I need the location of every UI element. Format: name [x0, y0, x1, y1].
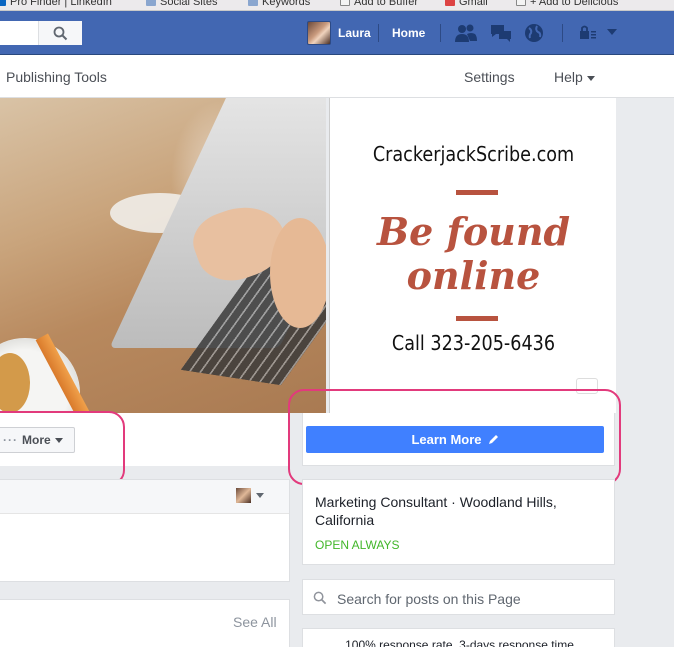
- more-dots-icon: ···: [3, 433, 18, 447]
- avatar[interactable]: [236, 488, 251, 503]
- search-icon: [313, 591, 327, 605]
- category-location: Marketing Consultant · Woodland Hills, C…: [315, 494, 557, 528]
- promo-divider: [456, 316, 498, 321]
- bookmark-buffer[interactable]: Add to Buffer: [340, 0, 418, 8]
- top-navigation-bar: Laura Home: [0, 11, 674, 55]
- page-icon: [516, 0, 526, 7]
- promo-tagline: Be found online: [376, 209, 571, 298]
- gmail-icon: [445, 0, 455, 7]
- avatar: [307, 21, 331, 45]
- folder-icon: [248, 0, 258, 7]
- see-all-link[interactable]: See All: [233, 614, 277, 630]
- help-menu[interactable]: Help: [554, 69, 595, 85]
- tab-publishing-tools[interactable]: Publishing Tools: [6, 69, 107, 85]
- folder-icon: [146, 0, 156, 7]
- bookmarks-bar: Pro Finder | LinkedIn Social Sites Keywo…: [0, 0, 674, 11]
- messages-icon[interactable]: [489, 23, 513, 43]
- page-posts-search[interactable]: Search for posts on this Page: [302, 579, 615, 615]
- search-placeholder: Search for posts on this Page: [337, 591, 521, 607]
- pencil-edit-icon: [488, 435, 498, 444]
- bookmark-social-sites[interactable]: Social Sites: [146, 0, 217, 8]
- chevron-down-icon: [54, 437, 63, 443]
- chevron-down-icon: [586, 75, 595, 81]
- global-search-input[interactable]: [0, 21, 82, 45]
- page-actions: ··· More: [0, 413, 290, 466]
- home-link[interactable]: Home: [392, 26, 425, 40]
- composer-card: [0, 479, 290, 582]
- profile-name: Laura: [338, 26, 371, 40]
- divider: [562, 24, 563, 42]
- bookmark-keywords[interactable]: Keywords: [248, 0, 310, 8]
- cta-area: Learn More: [302, 413, 615, 466]
- camera-icon[interactable]: [576, 378, 598, 394]
- tab-settings[interactable]: Settings: [464, 69, 515, 85]
- globe-notifications-icon[interactable]: [524, 23, 544, 43]
- photos-card: See All: [0, 599, 290, 647]
- response-rate-card: 100% response rate, 3-days response time: [302, 628, 615, 647]
- account-menu-caret-icon[interactable]: [606, 27, 618, 37]
- bookmark-gmail[interactable]: Gmail: [445, 0, 488, 8]
- privacy-lock-icon[interactable]: [578, 23, 598, 43]
- divider: [378, 24, 379, 42]
- page-icon: [340, 0, 350, 7]
- profile-link[interactable]: Laura: [307, 20, 371, 46]
- promo-phone: Call 323-205-6436: [391, 331, 556, 355]
- composer-header: [0, 480, 289, 514]
- bookmark-linkedin[interactable]: Pro Finder | LinkedIn: [0, 0, 112, 8]
- promo-image: CrackerjackScribe.com Be found online Ca…: [329, 98, 616, 413]
- more-button[interactable]: ··· More: [0, 427, 75, 453]
- response-rate-text: 100% response rate, 3-days response time: [345, 638, 574, 647]
- about-card: Marketing Consultant · Woodland Hills, C…: [302, 479, 615, 565]
- learn-more-button[interactable]: Learn More: [306, 426, 604, 453]
- linkedin-icon: [0, 0, 6, 7]
- promo-website: CrackerjackScribe.com: [372, 142, 575, 166]
- chevron-down-icon[interactable]: [256, 493, 264, 498]
- page-admin-nav: Publishing Tools Settings Help: [0, 55, 674, 98]
- bookmark-delicious[interactable]: + Add to Delicious: [516, 0, 618, 8]
- search-icon: [53, 26, 68, 41]
- friend-requests-icon[interactable]: [454, 23, 478, 43]
- divider: [440, 24, 441, 42]
- promo-divider: [456, 190, 498, 195]
- hours-status: OPEN ALWAYS: [315, 538, 400, 552]
- cover-photo[interactable]: [0, 98, 326, 413]
- search-button[interactable]: [38, 21, 82, 45]
